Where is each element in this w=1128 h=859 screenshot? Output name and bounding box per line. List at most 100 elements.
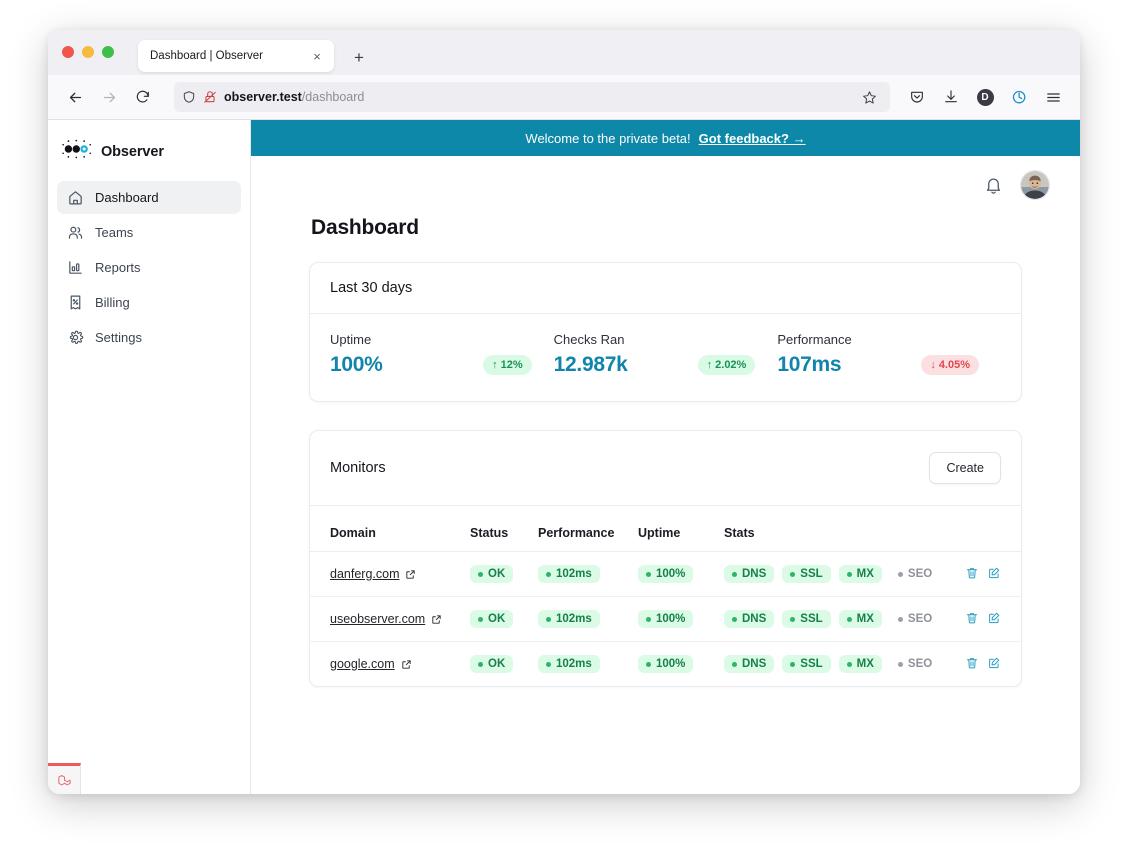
create-monitor-button[interactable]: Create	[929, 452, 1001, 484]
cell-domain: google.com	[310, 642, 470, 687]
stats-card-header: Last 30 days	[310, 263, 1021, 314]
domain-link[interactable]: google.com	[330, 657, 412, 671]
cell-status: OK	[470, 642, 538, 687]
cell-uptime: 100%	[638, 551, 724, 597]
new-tab-icon[interactable]: +	[348, 46, 370, 68]
uptime-label: 100%	[656, 658, 686, 670]
status-dot-icon	[790, 616, 796, 622]
stat-badge: MX	[838, 565, 882, 583]
pocket-icon[interactable]	[902, 82, 932, 112]
trash-icon[interactable]	[965, 656, 979, 670]
page-viewport: Observer Dashboard Teams Reports Billing…	[48, 120, 1080, 794]
shield-icon[interactable]	[182, 90, 196, 104]
column-header-uptime: Uptime	[638, 506, 724, 552]
stat-badge: SEO	[890, 655, 940, 673]
browser-navigation-bar: observer.test/dashboard D	[48, 75, 1080, 120]
stat-badge-label: MX	[856, 568, 874, 580]
domain-link[interactable]: danferg.com	[330, 567, 416, 581]
status-dot-icon	[846, 571, 852, 577]
receipt-percent-icon	[67, 294, 84, 311]
stats-group: DNS SSL MX SEO	[724, 655, 940, 673]
sidebar-item-settings[interactable]: Settings	[57, 321, 241, 354]
external-link-icon	[431, 614, 442, 625]
stat-delta-badge: ↓ 4.05%	[921, 355, 980, 375]
monitors-table: Domain Status Performance Uptime Stats d…	[310, 506, 1021, 686]
maximize-window-button[interactable]	[102, 46, 114, 58]
observer-logo-icon	[62, 138, 92, 165]
lock-crossed-out-icon[interactable]	[203, 90, 217, 104]
edit-icon[interactable]	[987, 566, 1001, 580]
hamburger-menu-icon[interactable]	[1038, 82, 1068, 112]
cell-stats: DNS SSL MX SEO	[724, 642, 941, 687]
stat-label: Uptime	[330, 332, 372, 347]
cell-stats: DNS SSL MX SEO	[724, 596, 941, 642]
column-header-actions	[941, 506, 1021, 552]
trash-icon[interactable]	[965, 611, 979, 625]
browser-tab[interactable]: Dashboard | Observer ×	[138, 40, 334, 72]
stat-value: 100%	[330, 353, 383, 376]
column-header-stats: Stats	[724, 506, 941, 552]
account-icon[interactable]: D	[970, 82, 1000, 112]
stat-badge: DNS	[724, 565, 775, 583]
status-dot-icon	[790, 661, 796, 667]
sidebar-item-billing[interactable]: Billing	[57, 286, 241, 319]
sidebar-item-reports[interactable]: Reports	[57, 251, 241, 284]
close-tab-icon[interactable]: ×	[308, 47, 326, 65]
stat-value: 107ms	[777, 353, 842, 376]
performance-badge: 102ms	[538, 610, 600, 628]
status-dot-icon	[646, 616, 651, 622]
stat-performance: Performance 107ms ↓ 4.05%	[777, 332, 1001, 377]
performance-badge: 102ms	[538, 565, 600, 583]
bell-icon[interactable]	[980, 172, 1006, 198]
sidebar-item-label: Reports	[95, 260, 141, 275]
status-badge: OK	[470, 610, 514, 628]
stat-badge-label: SEO	[907, 613, 933, 625]
uptime-badge: 100%	[638, 610, 694, 628]
banner-feedback-link[interactable]: Got feedback? →	[699, 131, 806, 146]
domain-label: useobserver.com	[330, 612, 426, 626]
column-header-performance: Performance	[538, 506, 638, 552]
app-sidebar: Observer Dashboard Teams Reports Billing…	[48, 120, 251, 794]
forward-arrow-icon[interactable]	[94, 82, 124, 112]
sidebar-nav: Dashboard Teams Reports Billing Settings	[48, 181, 250, 354]
monitors-card-header: Monitors Create	[310, 431, 1021, 506]
status-dot-icon	[546, 571, 551, 577]
external-link-icon	[405, 569, 416, 580]
stat-badge-label: SSL	[800, 658, 823, 670]
stat-badge: SEO	[890, 610, 940, 628]
banner-message: Welcome to the private beta!	[525, 130, 691, 146]
status-dot-icon	[732, 661, 737, 667]
extension-icon[interactable]	[1004, 82, 1034, 112]
arrow-up-icon: ↑	[706, 359, 713, 371]
status-dot-icon	[897, 571, 903, 577]
cell-stats: DNS SSL MX SEO	[724, 551, 941, 597]
laravel-debugbar-icon[interactable]	[48, 763, 81, 794]
domain-link[interactable]: useobserver.com	[330, 612, 442, 626]
stat-badge-label: SSL	[800, 613, 823, 625]
edit-icon[interactable]	[987, 611, 1001, 625]
stat-delta-badge: ↑ 12%	[483, 355, 532, 375]
stat-badge: SEO	[890, 565, 940, 583]
brand[interactable]: Observer	[48, 120, 250, 181]
row-actions	[965, 656, 1001, 670]
status-dot-icon	[897, 616, 903, 622]
url-bar[interactable]: observer.test/dashboard	[174, 82, 890, 112]
back-arrow-icon[interactable]	[60, 82, 90, 112]
sidebar-item-dashboard[interactable]: Dashboard	[57, 181, 241, 214]
edit-icon[interactable]	[987, 656, 1001, 670]
app-topbar	[251, 156, 1080, 214]
stat-badge-label: MX	[856, 613, 874, 625]
trash-icon[interactable]	[965, 566, 979, 580]
avatar[interactable]	[1020, 170, 1050, 200]
download-icon[interactable]	[936, 82, 966, 112]
status-dot-icon	[546, 661, 551, 667]
external-link-icon	[401, 659, 412, 670]
sidebar-item-teams[interactable]: Teams	[57, 216, 241, 249]
star-icon[interactable]	[856, 84, 882, 110]
close-window-button[interactable]	[62, 46, 74, 58]
minimize-window-button[interactable]	[82, 46, 94, 58]
url-path: /dashboard	[301, 90, 365, 104]
stat-checks-ran: Checks Ran 12.987k ↑ 2.02%	[554, 332, 778, 377]
main-area: Welcome to the private beta! Got feedbac…	[251, 120, 1080, 794]
reload-icon[interactable]	[128, 82, 158, 112]
